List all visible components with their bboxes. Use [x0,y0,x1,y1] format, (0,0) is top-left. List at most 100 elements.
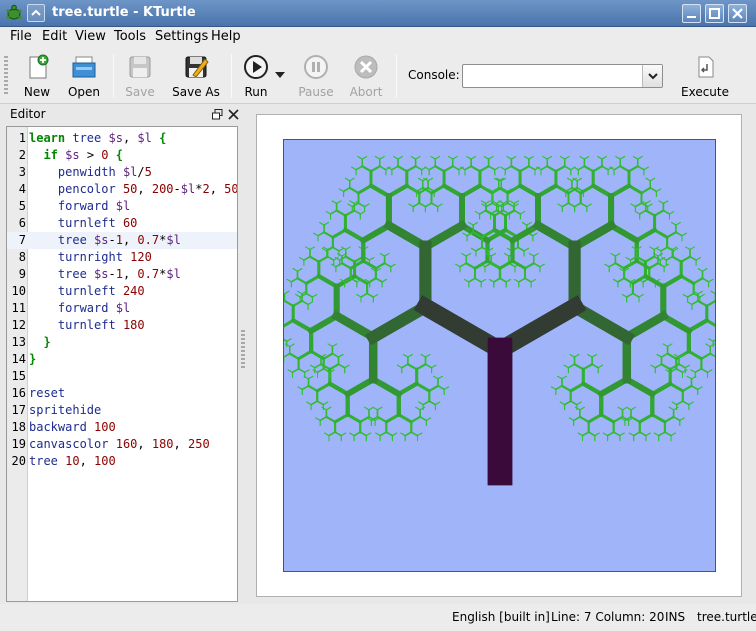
run-button[interactable]: Run [236,52,276,100]
code-line[interactable]: 4 pencolor 50, 200-$l*2, 50 [7,181,237,198]
play-icon [244,55,268,79]
line-number: 13 [11,335,26,349]
code-line[interactable]: 7 tree $s-1, 0.7*$l [7,232,237,249]
code-line[interactable]: 14} [7,351,237,368]
new-document-icon [29,54,49,79]
code-editor[interactable]: 1 learn tree $s, $l {2 if $s > 0 {3 penwi… [6,126,238,602]
close-dock-icon[interactable] [228,109,239,120]
float-dock-icon[interactable] [212,109,223,120]
line-number: 16 [11,386,26,400]
console-dropdown-button[interactable] [642,65,662,87]
save-button[interactable]: Save [119,52,161,100]
tree-branch [714,293,715,294]
line-number: 14 [11,352,26,366]
open-button[interactable]: Open [62,52,106,100]
console-input[interactable] [462,64,663,88]
toolbar-separator [231,54,232,98]
code-line[interactable]: 5 forward $l [7,198,237,215]
line-code: turnright 120 [57,250,152,264]
close-icon [732,8,743,19]
code-line[interactable]: 2 if $s > 0 { [7,147,237,164]
code-line[interactable]: 9 tree $s-1, 0.7*$l [7,266,237,283]
title-bar: tree.turtle - KTurtle [0,0,756,27]
editor-dock-title: Editor [6,105,240,124]
minimize-icon [687,16,696,18]
status-position: Line: 7 Column: 20 [551,610,665,624]
pause-button[interactable]: Pause [294,52,338,100]
maximize-icon [709,8,720,19]
maximize-button[interactable] [705,4,724,23]
toolbar-separator [396,54,397,98]
code-line[interactable]: 6 turnleft 60 [7,215,237,232]
save-as-button[interactable]: Save As [168,52,224,100]
chevron-up-icon [31,9,41,16]
run-dropdown-arrow-icon[interactable] [275,72,285,78]
tree-branch [712,339,715,343]
kturtle-app-icon[interactable] [5,4,23,22]
execute-label: Execute [681,85,729,99]
code-line[interactable]: 12 turnleft 180 [7,317,237,334]
line-number: 4 [18,182,26,196]
abort-label: Abort [349,85,383,99]
line-number: 15 [11,369,26,383]
menu-file[interactable]: File [8,29,34,44]
panel-splitter[interactable] [241,330,245,370]
code-line[interactable]: 18 backward 100 [7,419,237,436]
close-button[interactable] [728,4,747,23]
new-label: New [23,85,51,99]
menu-view[interactable]: View [73,29,108,44]
line-number: 10 [11,284,26,298]
line-number: 6 [18,216,26,230]
pause-label: Pause [298,85,334,99]
line-code: turnleft 180 [57,318,145,332]
code-line[interactable]: 11 forward $l [7,300,237,317]
save-label: Save [125,85,155,99]
code-line[interactable]: 13 } [7,334,237,351]
chevron-down-icon [648,73,658,80]
code-line[interactable]: 20 tree 10, 100 [7,453,237,470]
line-number: 12 [11,318,26,332]
line-code: } [29,352,37,366]
line-code: canvascolor 160, 180, 250 [29,437,210,451]
shade-button[interactable] [27,4,45,22]
status-mode: INS [665,610,686,624]
code-line[interactable]: 19 canvascolor 160, 180, 250 [7,436,237,453]
line-code: forward $l [57,301,131,315]
minimize-button[interactable] [682,4,701,23]
tree-branch [714,300,715,302]
save-as-label: Save As [172,85,220,99]
code-line[interactable]: 17 spritehide [7,402,237,419]
code-line[interactable]: 3 penwidth $l/5 [7,164,237,181]
line-number: 11 [11,301,26,315]
menu-edit[interactable]: Edit [40,29,69,44]
code-line[interactable]: 8 turnright 120 [7,249,237,266]
editor-dock-label: Editor [10,107,46,121]
fractal-tree-drawing [284,155,715,486]
line-number: 20 [11,454,26,468]
code-line[interactable]: 1 learn tree $s, $l { [7,130,237,147]
canvas-frame [256,114,742,597]
line-code: backward 100 [29,420,116,434]
line-number: 17 [11,403,26,417]
new-button[interactable]: New [15,52,59,100]
execute-button[interactable]: Execute [676,52,734,100]
line-number: 3 [18,165,26,179]
status-bar: English [built in] Line: 7 Column: 20 IN… [0,604,756,631]
status-language: English [built in] [452,610,550,624]
menu-bar: File Edit View Tools Settings Help [0,27,756,48]
menu-settings[interactable]: Settings [153,29,210,44]
menu-tools[interactable]: Tools [112,29,148,44]
code-line[interactable]: 15 [7,368,237,385]
code-line[interactable]: 10 turnleft 240 [7,283,237,300]
abort-button[interactable]: Abort [345,52,387,100]
toolbar-grip[interactable] [4,56,8,96]
menu-help[interactable]: Help [209,29,243,44]
line-code: learn tree $s, $l { [29,131,167,145]
execute-icon [698,56,714,78]
line-number: 18 [11,420,26,434]
code-line[interactable]: 16 reset [7,385,237,402]
save-as-icon [185,56,209,78]
line-code: turnleft 60 [57,216,138,230]
toolbar-separator [113,54,114,98]
line-code: tree $s-1, 0.7*$l [57,267,181,281]
